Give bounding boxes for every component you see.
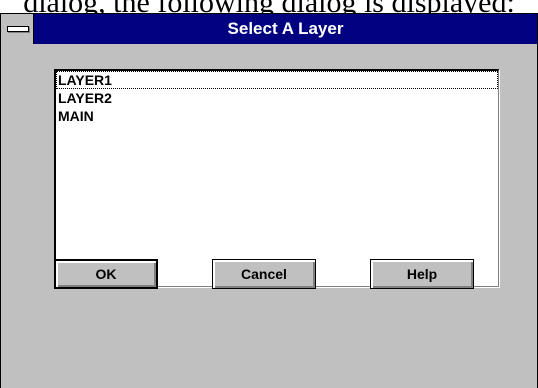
help-button[interactable]: Help: [370, 259, 474, 289]
cancel-button[interactable]: Cancel: [212, 259, 316, 289]
ok-button[interactable]: OK: [54, 259, 158, 289]
system-menu-button[interactable]: [1, 14, 34, 44]
layer-list-item[interactable]: LAYER1: [56, 71, 498, 89]
layer-list-item[interactable]: MAIN: [56, 107, 498, 125]
dialog-titlebar: Select A Layer: [1, 14, 537, 44]
layer-listbox[interactable]: LAYER1 LAYER2 MAIN: [54, 69, 499, 287]
page: dialog, the following dialog is displaye…: [0, 0, 538, 388]
dialog-title: Select A Layer: [227, 19, 344, 38]
system-menu-icon: [7, 26, 29, 32]
select-layer-dialog: Select A Layer LAYER1 LAYER2 MAIN OK Cance…: [0, 13, 538, 388]
layer-list-item[interactable]: LAYER2: [56, 89, 498, 107]
